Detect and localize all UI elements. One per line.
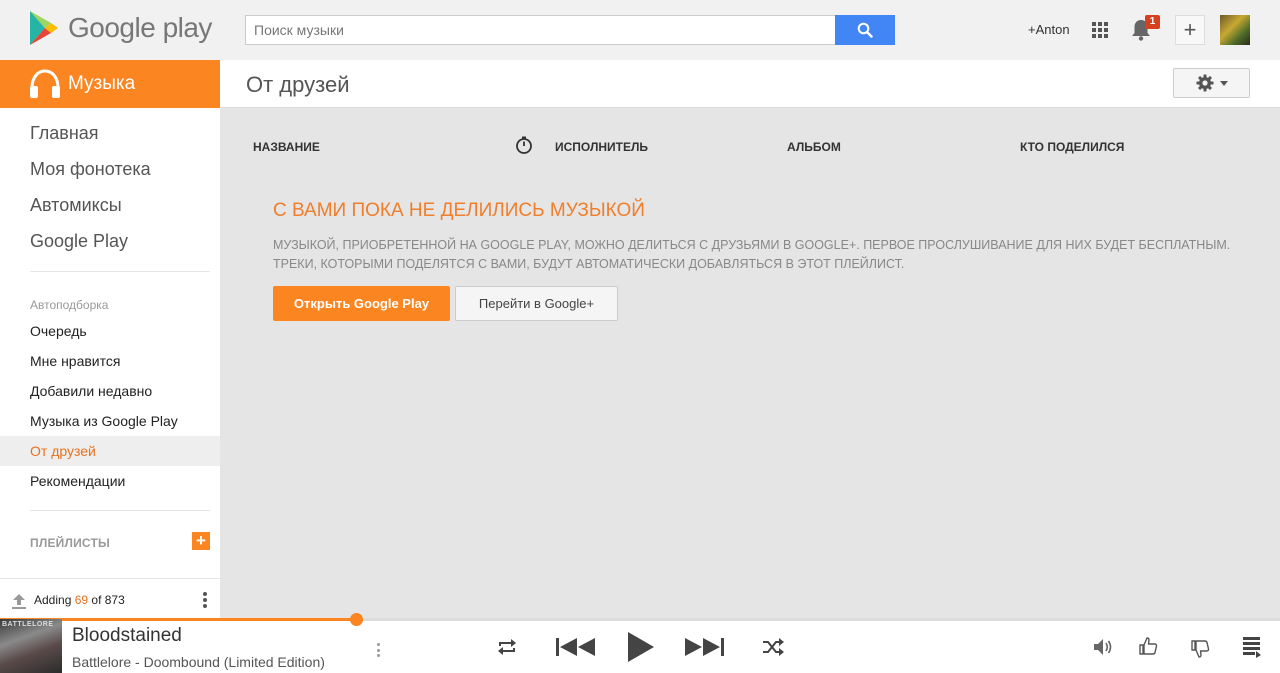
nav-item-library[interactable]: Моя фонотека [0,156,220,192]
thumbs-down-icon[interactable] [1190,639,1210,659]
chevron-down-icon [1219,80,1228,86]
music-section-title: Музыка [68,73,136,94]
album-art-text: BATTLELORE [2,621,54,628]
apps-grid-icon[interactable] [1092,22,1108,38]
search-bar [245,15,895,45]
search-button[interactable] [835,15,895,45]
repeat-icon[interactable] [496,637,518,657]
nav-item-home[interactable]: Главная [0,120,220,156]
thumbs-up-icon[interactable] [1138,636,1158,656]
player-bar: BATTLELORE Bloodstained Battlelore - Doo… [0,613,1280,673]
user-avatar[interactable] [1220,15,1250,45]
top-bar: Google play +Anton 1 + [0,0,1280,60]
sidebar-divider [30,510,210,511]
add-playlist-button[interactable]: + [192,532,210,550]
auto-playlists-nav: Очередь Мне нравится Добавили недавно Му… [0,316,220,496]
song-title: Bloodstained [72,625,182,646]
sidebar: Главная Моя фонотека Автомиксы Google Pl… [0,108,220,618]
gear-icon [1196,74,1213,92]
column-header-artist[interactable]: ИСПОЛНИТЕЛЬ [555,140,648,154]
main-nav: Главная Моя фонотека Автомиксы Google Pl… [0,108,220,264]
column-header-shared-by[interactable]: КТО ПОДЕЛИЛСЯ [1020,140,1124,154]
volume-icon[interactable] [1093,638,1113,656]
search-icon [857,22,873,38]
google-play-logo[interactable]: Google play [28,10,212,46]
song-artist-album[interactable]: Battlelore - Doombound (Limited Edition) [72,654,325,670]
page-title-bar: От друзей [220,60,1280,108]
next-track-icon[interactable] [684,636,724,658]
column-header-album[interactable]: АЛЬБОМ [787,140,841,154]
sidebar-divider [30,271,210,272]
logo-text: Google play [68,12,212,43]
nav-item-shared-with-me[interactable]: От друзей [0,436,220,466]
nav-item-thumbs-up[interactable]: Мне нравится [0,346,220,376]
search-input[interactable] [245,15,835,45]
previous-track-icon[interactable] [556,636,596,658]
upload-suffix: of 873 [88,593,125,607]
share-plus-button[interactable]: + [1175,15,1205,45]
empty-state-title: С ВАМИ ПОКА НЕ ДЕЛИЛИСЬ МУЗЫКОЙ [273,200,645,221]
play-icon[interactable] [627,631,655,663]
open-google-play-button[interactable]: Открыть Google Play [273,286,450,321]
shuffle-icon[interactable] [762,638,784,656]
go-to-google-plus-button[interactable]: Перейти в Google+ [455,286,618,321]
queue-icon[interactable] [1242,636,1262,658]
main-content: НАЗВАНИЕ ИСПОЛНИТЕЛЬ АЛЬБОМ КТО ПОДЕЛИЛС… [220,108,1280,618]
upload-count: 69 [74,593,89,607]
upload-menu-icon[interactable] [203,592,207,608]
column-header-title[interactable]: НАЗВАНИЕ [253,140,320,154]
upload-prefix: Adding [34,593,75,607]
empty-state-description: Музыкой, приобретенной на Google Play, м… [273,238,1231,271]
user-profile-link[interactable]: +Anton [1028,22,1070,37]
playlists-label: ПЛЕЙЛИСТЫ [30,536,110,550]
upload-status: Adding 69 of 873 [0,578,220,618]
nav-item-instant-mixes[interactable]: Автомиксы [0,192,220,228]
nav-item-queue[interactable]: Очередь [0,316,220,346]
upload-icon [12,594,26,609]
settings-menu-button[interactable] [1173,68,1250,98]
nav-item-from-google-play[interactable]: Музыка из Google Play [0,406,220,436]
progress-bar[interactable] [0,613,1280,626]
track-menu-icon[interactable] [377,643,380,657]
nav-item-google-play[interactable]: Google Play [0,228,220,264]
music-section-header[interactable]: Музыка [0,60,220,108]
page-title: От друзей [246,72,350,97]
headphones-icon [30,69,60,98]
auto-playlists-label: Автоподборка [30,298,109,312]
duration-column-icon[interactable] [515,136,533,154]
upload-progress-text: Adding 69 of 873 [34,593,125,607]
nav-item-recently-added[interactable]: Добавили недавно [0,376,220,406]
play-logo-icon [30,11,58,45]
nav-item-recommendations[interactable]: Рекомендации [0,466,220,496]
progress-knob[interactable] [349,613,363,626]
notification-count-badge: 1 [1145,15,1160,29]
album-art[interactable]: BATTLELORE [0,619,62,673]
